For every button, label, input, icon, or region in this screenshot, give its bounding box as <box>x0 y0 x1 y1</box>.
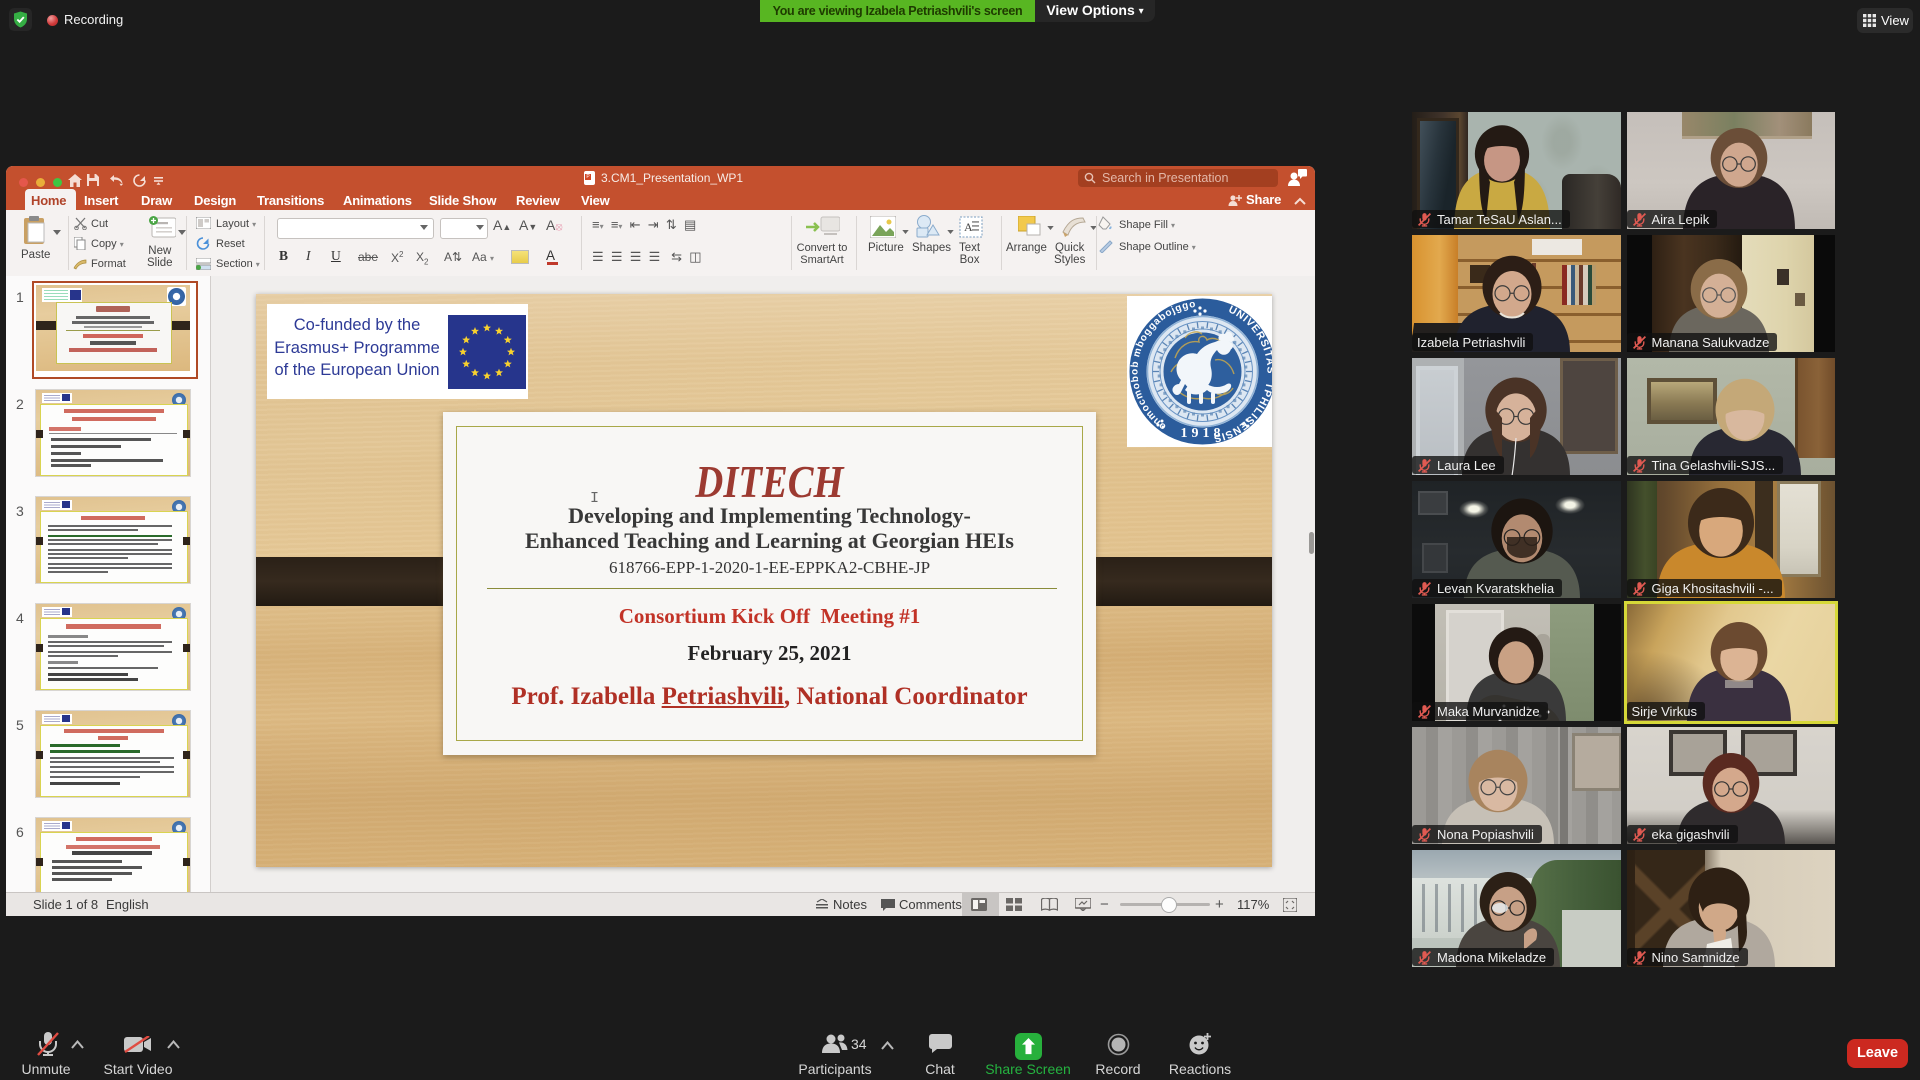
svg-text:1918: 1918 <box>1181 426 1225 441</box>
svg-text:A: A <box>964 220 973 234</box>
